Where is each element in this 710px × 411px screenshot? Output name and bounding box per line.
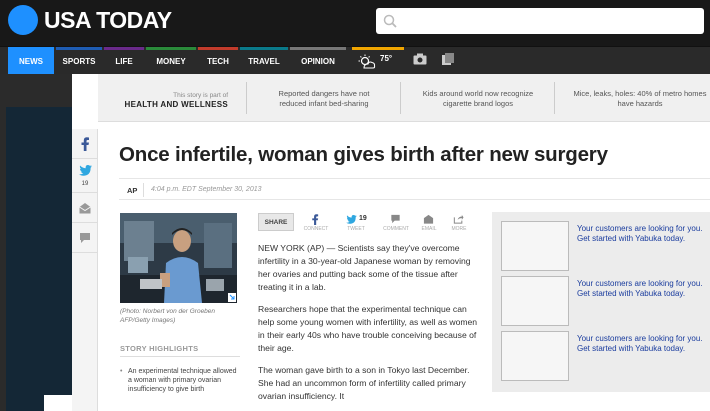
topbar-story-1[interactable]: Reported dangers have not reduced infant… bbox=[264, 89, 384, 109]
twitter-rail-button[interactable]: 19 bbox=[72, 159, 98, 193]
partly-cloudy-icon bbox=[358, 54, 376, 69]
twitter-icon bbox=[79, 165, 92, 176]
byline-divider bbox=[143, 183, 144, 197]
ad-image[interactable] bbox=[501, 221, 569, 271]
highlight-bullet: • bbox=[120, 368, 123, 375]
twitter-icon bbox=[346, 215, 357, 224]
tweet-label: TWEET bbox=[347, 226, 365, 232]
main-nav: NEWS SPORTS LIFE MONEY TECH TRAVEL OPINI… bbox=[0, 46, 710, 75]
media-button[interactable] bbox=[436, 47, 460, 75]
camera-icon bbox=[413, 53, 427, 65]
comment-icon bbox=[80, 233, 90, 243]
byline-author[interactable]: AP bbox=[127, 186, 137, 195]
highlight-item: An experimental technique allowed a woma… bbox=[128, 368, 237, 393]
topbar-divider bbox=[554, 82, 555, 114]
more-label: MORE bbox=[451, 226, 467, 232]
more-button[interactable]: MORE bbox=[444, 213, 474, 233]
logo-circle-icon[interactable] bbox=[8, 5, 38, 35]
highlights-title: STORY HIGHLIGHTS bbox=[120, 344, 199, 353]
nav-tech[interactable]: TECH bbox=[198, 47, 238, 75]
ad-image[interactable] bbox=[501, 276, 569, 326]
nav-weather[interactable]: 75° bbox=[352, 47, 404, 75]
section-intro: This story is part of bbox=[173, 92, 228, 99]
article-paragraph: Researchers hope that the experimental t… bbox=[258, 304, 478, 353]
share-toolbar: SHARE CONNECT 19 TWEET COMMENT EMAIL MOR… bbox=[258, 213, 484, 233]
highlights-divider bbox=[120, 356, 240, 357]
left-panel bbox=[6, 107, 72, 411]
tweet-button[interactable]: 19 TWEET bbox=[338, 213, 374, 233]
nav-money[interactable]: MONEY bbox=[146, 47, 196, 75]
connect-button[interactable]: CONNECT bbox=[298, 213, 334, 233]
site-header: USA TODAY bbox=[0, 0, 710, 46]
photo-caption: (Photo: Norbert von der Groeben AFP/Gett… bbox=[120, 308, 216, 324]
scientist-photo-image bbox=[120, 213, 237, 303]
comment-icon bbox=[391, 214, 400, 224]
article-headline: Once infertile, woman gives birth after … bbox=[119, 143, 608, 166]
search-icon[interactable] bbox=[382, 13, 398, 29]
byline-bar: AP 4:04 p.m. EDT September 30, 2013 bbox=[119, 178, 710, 200]
email-rail-button[interactable] bbox=[72, 193, 98, 223]
ad-text[interactable]: Your customers are looking for you. Get … bbox=[577, 224, 705, 244]
facebook-rail-button[interactable] bbox=[72, 129, 98, 159]
email-icon bbox=[423, 214, 434, 224]
comment-button[interactable]: COMMENT bbox=[378, 213, 414, 233]
section-topbar: This story is part of HEALTH AND WELLNES… bbox=[98, 74, 710, 122]
tweet-count: 19 bbox=[359, 215, 367, 222]
comment-label: COMMENT bbox=[383, 226, 409, 232]
nav-life[interactable]: LIFE bbox=[104, 47, 144, 75]
share-rail: 19 bbox=[72, 129, 98, 411]
facebook-icon bbox=[81, 137, 89, 151]
camera-button[interactable] bbox=[408, 47, 432, 75]
topbar-divider bbox=[400, 82, 401, 114]
byline-timestamp: 4:04 p.m. EDT September 30, 2013 bbox=[151, 186, 262, 193]
article-paragraph: NEW YORK (AP) — Scientists say they've o… bbox=[258, 243, 471, 292]
nav-travel[interactable]: TRAVEL bbox=[240, 47, 288, 75]
nav-news[interactable]: NEWS bbox=[8, 47, 54, 75]
media-icon bbox=[442, 53, 454, 65]
article-paragraph: The woman gave birth to a son in Tokyo l… bbox=[258, 365, 470, 401]
search-input[interactable] bbox=[376, 8, 704, 34]
site-logo[interactable]: USA TODAY bbox=[44, 7, 172, 34]
ad-text[interactable]: Your customers are looking for you. Get … bbox=[577, 279, 705, 299]
email-icon bbox=[79, 203, 91, 214]
topbar-story-2[interactable]: Kids around world now recognize cigarett… bbox=[418, 89, 538, 109]
weather-temp: 75° bbox=[380, 54, 393, 63]
section-name[interactable]: HEALTH AND WELLNESS bbox=[98, 100, 228, 109]
topbar-divider bbox=[246, 82, 247, 114]
share-more-icon bbox=[453, 214, 464, 224]
sponsored-ads: Your customers are looking for you. Get … bbox=[492, 212, 710, 392]
article-photo[interactable] bbox=[120, 213, 237, 303]
email-label: EMAIL bbox=[421, 226, 437, 232]
connect-label: CONNECT bbox=[303, 226, 329, 232]
email-button[interactable]: EMAIL bbox=[414, 213, 444, 233]
ad-text[interactable]: Your customers are looking for you. Get … bbox=[577, 334, 705, 354]
share-button[interactable]: SHARE bbox=[258, 213, 294, 231]
comment-rail-button[interactable] bbox=[72, 223, 98, 253]
topbar-story-3[interactable]: Mice, leaks, holes: 40% of metro homes h… bbox=[572, 89, 708, 109]
left-panel-white bbox=[44, 395, 72, 411]
article-body: NEW YORK (AP) — Scientists say they've o… bbox=[258, 242, 478, 411]
twitter-rail-count: 19 bbox=[81, 181, 89, 187]
ad-image[interactable] bbox=[501, 331, 569, 381]
nav-sports[interactable]: SPORTS bbox=[56, 47, 102, 75]
article-container: This story is part of HEALTH AND WELLNES… bbox=[72, 74, 710, 411]
nav-opinion[interactable]: OPINION bbox=[290, 47, 346, 75]
facebook-icon bbox=[312, 214, 319, 225]
